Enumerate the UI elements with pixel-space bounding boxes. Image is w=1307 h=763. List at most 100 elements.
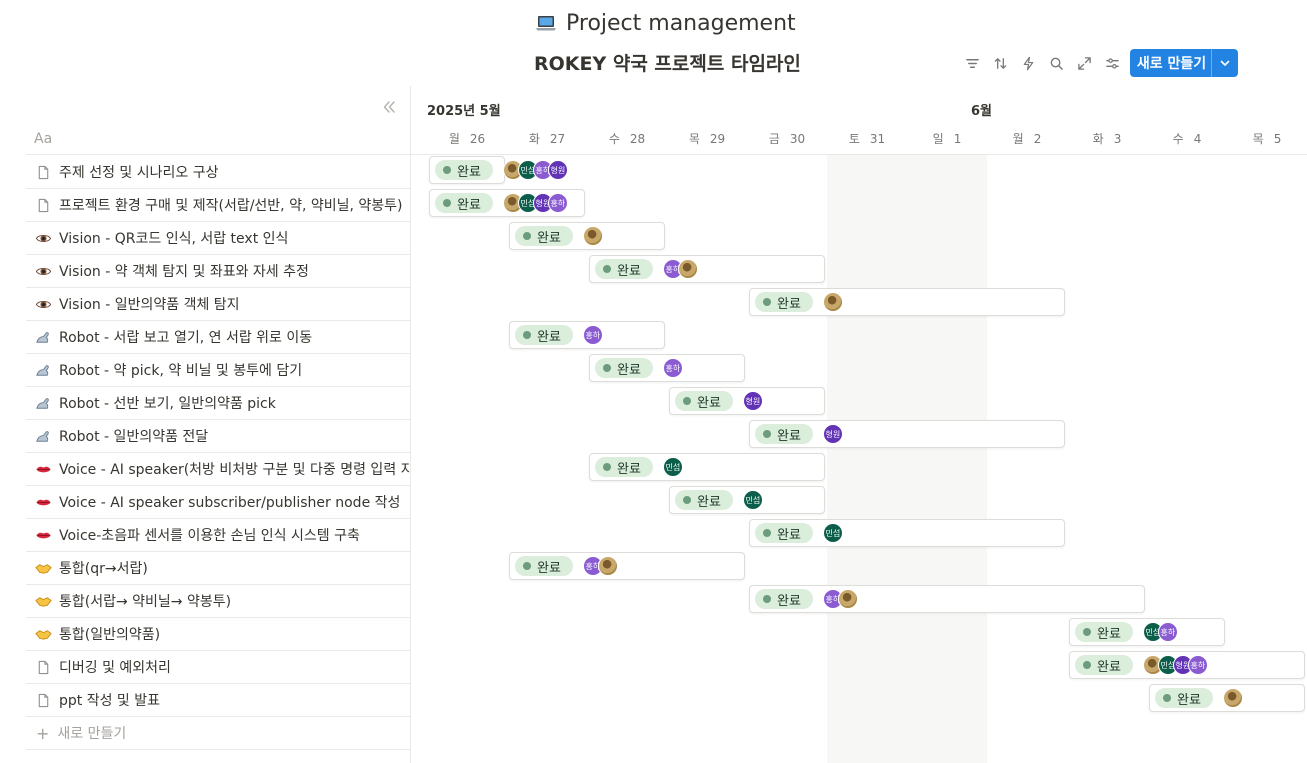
avatar[interactable] xyxy=(837,589,858,609)
avatar[interactable] xyxy=(677,259,698,279)
table-row[interactable]: 통합(일반의약품) xyxy=(26,618,410,651)
table-row[interactable]: 통합(qr→서랍) xyxy=(26,552,410,585)
avatar[interactable]: 홍하 xyxy=(582,325,603,345)
task-name: ppt 작성 및 발표 xyxy=(59,693,161,709)
assignee-avatars: 형원 xyxy=(742,391,763,411)
timeline-bar[interactable]: 완료 민섭 홍하 xyxy=(1069,618,1225,646)
avatar[interactable]: 형원 xyxy=(547,160,568,180)
task-name: Vision - QR코드 인식, 서랍 text 인식 xyxy=(59,231,289,247)
timeline-bar[interactable]: 완료 민섭 홍하 형원 xyxy=(429,156,568,184)
expand-icon[interactable] xyxy=(1070,49,1098,77)
timeline-bar[interactable]: 완료 민섭 xyxy=(589,453,825,481)
assignee-avatars: 민섭 xyxy=(742,490,763,510)
status-text: 완료 xyxy=(1097,659,1121,675)
new-row-button[interactable]: + 새로 만들기 xyxy=(26,717,410,750)
status-badge: 완료 xyxy=(515,325,573,345)
task-name: Robot - 약 pick, 약 비닐 및 봉투에 담기 xyxy=(59,363,303,379)
avatar[interactable]: 홍하 xyxy=(1157,622,1178,642)
robot-arm-icon xyxy=(34,427,52,445)
weekend-shade xyxy=(827,155,987,763)
day-header: 목 29 xyxy=(667,130,747,147)
new-button-label[interactable]: 새로 만들기 xyxy=(1130,53,1211,73)
status-text: 완료 xyxy=(777,428,801,444)
automation-icon[interactable] xyxy=(1014,49,1042,77)
filter-icon[interactable] xyxy=(958,49,986,77)
collapse-icon[interactable] xyxy=(380,98,398,116)
avatar[interactable]: 형원 xyxy=(822,424,843,444)
settings-icon[interactable] xyxy=(1098,49,1126,77)
day-number: 4 xyxy=(1193,132,1202,146)
assignee-avatars: 민섭 xyxy=(822,523,843,543)
table-row[interactable]: ppt 작성 및 발표 xyxy=(26,684,410,717)
day-header: 월 26 xyxy=(427,130,507,147)
assignee-avatars: 민섭 형원 홍하 xyxy=(502,193,568,213)
status-text: 완료 xyxy=(537,329,561,345)
table-row[interactable]: 통합(서랍→ 약비닐→ 약봉투) xyxy=(26,585,410,618)
status-badge: 완료 xyxy=(435,193,493,213)
table-row[interactable]: Vision - 일반의약품 객체 탐지 xyxy=(26,288,410,321)
status-text: 완료 xyxy=(777,593,801,609)
assignee-avatars: 민섭 형원 홍하 xyxy=(1142,655,1208,675)
weekday-label: 화 xyxy=(1092,132,1104,146)
handshake-icon xyxy=(34,625,52,643)
timeline-bar[interactable]: 완료 홍하 xyxy=(509,552,745,580)
day-number: 31 xyxy=(869,132,886,146)
avatar[interactable]: 홍하 xyxy=(1187,655,1208,675)
day-number: 1 xyxy=(953,132,962,146)
chevron-down-icon[interactable] xyxy=(1212,57,1238,69)
new-button[interactable]: 새로 만들기 xyxy=(1130,49,1238,77)
assignee-avatars: 홍하 xyxy=(662,358,683,378)
table-row[interactable]: 주제 선정 및 시나리오 구상 xyxy=(26,156,410,189)
page-title: Project management xyxy=(534,8,796,38)
timeline-bar[interactable]: 완료 xyxy=(749,288,1065,316)
avatar[interactable] xyxy=(597,556,618,576)
timeline-bar[interactable]: 완료 홍하 xyxy=(589,255,825,283)
timeline-bar[interactable]: 완료 형원 xyxy=(669,387,825,415)
table-row[interactable]: Vision - 약 객체 탐지 및 좌표와 자세 추정 xyxy=(26,255,410,288)
sort-icon[interactable] xyxy=(986,49,1014,77)
assignee-avatars: 민섭 홍하 형원 xyxy=(502,160,568,180)
avatar[interactable]: 민섭 xyxy=(662,457,683,477)
table-row[interactable]: Robot - 선반 보기, 일반의약품 pick xyxy=(26,387,410,420)
name-column-header[interactable]: Aa xyxy=(26,124,410,155)
avatar[interactable]: 민섭 xyxy=(822,523,843,543)
timeline-bar[interactable]: 완료 민섭 형원 홍하 xyxy=(1069,651,1305,679)
status-dot xyxy=(603,364,611,372)
timeline-bar[interactable]: 완료 xyxy=(1149,684,1305,712)
table-row[interactable]: Robot - 약 pick, 약 비닐 및 봉투에 담기 xyxy=(26,354,410,387)
timeline-bar[interactable]: 완료 홍하 xyxy=(749,585,1145,613)
toolbar xyxy=(958,49,1126,77)
eye-icon xyxy=(34,295,52,313)
task-name: Voice - AI speaker(처방 비처방 구분 및 다중 명령 입력 … xyxy=(59,462,410,478)
avatar[interactable]: 홍하 xyxy=(662,358,683,378)
table-row[interactable]: Robot - 서랍 보고 열기, 연 서랍 위로 이동 xyxy=(26,321,410,354)
timeline-bar[interactable]: 완료 민섭 형원 홍하 xyxy=(429,189,585,217)
timeline-bar[interactable]: 완료 xyxy=(509,222,665,250)
timeline-bar[interactable]: 완료 민섭 xyxy=(749,519,1065,547)
status-badge: 완료 xyxy=(675,490,733,510)
avatar[interactable] xyxy=(1222,688,1243,708)
timeline-bar[interactable]: 완료 민섭 xyxy=(669,486,825,514)
handshake-icon xyxy=(34,559,52,577)
table-row[interactable]: Robot - 일반의약품 전달 xyxy=(26,420,410,453)
avatar[interactable]: 형원 xyxy=(742,391,763,411)
timeline-bar[interactable]: 완료 홍하 xyxy=(509,321,665,349)
table-row[interactable]: 프로젝트 환경 구매 및 제작(서랍/선반, 약, 약비닐, 약봉투) xyxy=(26,189,410,222)
table-row[interactable]: Voice - AI speaker subscriber/publisher … xyxy=(26,486,410,519)
avatar[interactable]: 민섭 xyxy=(742,490,763,510)
timeline-bar[interactable]: 완료 홍하 xyxy=(589,354,745,382)
status-dot xyxy=(523,232,531,240)
search-icon[interactable] xyxy=(1042,49,1070,77)
table-panel: Aa 주제 선정 및 시나리오 구상 프로젝트 환경 구매 및 제작(서랍/선반,… xyxy=(0,86,410,763)
status-badge: 완료 xyxy=(755,292,813,312)
timeline-bar[interactable]: 완료 형원 xyxy=(749,420,1065,448)
task-name: Robot - 선반 보기, 일반의약품 pick xyxy=(59,396,276,412)
table-row[interactable]: Vision - QR코드 인식, 서랍 text 인식 xyxy=(26,222,410,255)
table-row[interactable]: Voice-초음파 센서를 이용한 손님 인식 시스템 구축 xyxy=(26,519,410,552)
avatar[interactable]: 홍하 xyxy=(547,193,568,213)
table-row[interactable]: 디버깅 및 예외처리 xyxy=(26,651,410,684)
table-row[interactable]: Voice - AI speaker(처방 비처방 구분 및 다중 명령 입력 … xyxy=(26,453,410,486)
avatar[interactable] xyxy=(822,292,843,312)
avatar[interactable] xyxy=(582,226,603,246)
day-number: 29 xyxy=(709,132,726,146)
